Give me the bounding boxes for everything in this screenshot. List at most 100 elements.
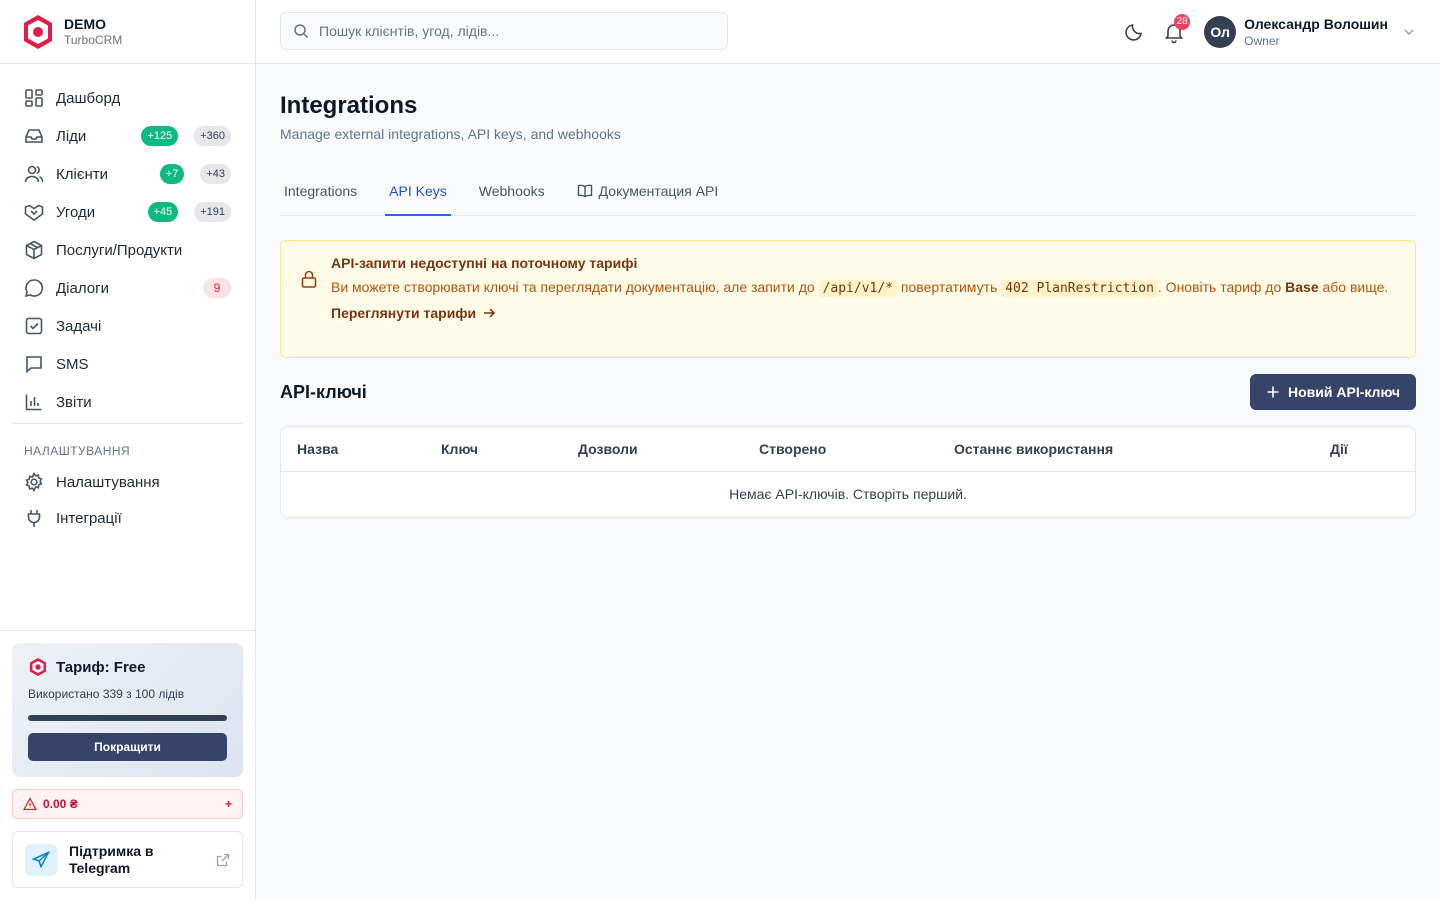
- tab-webhooks[interactable]: Webhooks: [475, 168, 549, 216]
- page-subtitle: Manage external integrations, API keys, …: [280, 126, 621, 142]
- checkbox-icon: [25, 317, 43, 335]
- alert-text: Ви можете створювати ключі та переглядат…: [331, 279, 819, 295]
- dashboard-icon: [25, 89, 43, 107]
- nav-item-leads[interactable]: Ліди +125 +360: [12, 117, 243, 155]
- nav-item-label: Інтеграції: [56, 509, 122, 527]
- settings-section-title: НАЛАШТУВАННЯ: [24, 444, 131, 458]
- view-plans-link[interactable]: Переглянути тарифи: [331, 305, 1388, 321]
- nav-item-integrations[interactable]: Інтеграції: [12, 500, 243, 536]
- column-header-permissions[interactable]: Дозволи: [578, 441, 638, 457]
- total-count-badge: +191: [194, 202, 231, 222]
- plan-logo-icon: [30, 658, 46, 676]
- nav-item-label: Угоди: [56, 203, 96, 221]
- total-count-badge: +360: [194, 126, 231, 146]
- plan-progress-fill: [28, 715, 227, 721]
- balance-topup-button[interactable]: +: [225, 797, 232, 811]
- nav-item-label: Ліди: [56, 127, 87, 145]
- column-header-actions: Дії: [1330, 441, 1348, 457]
- telegram-support-link[interactable]: Підтримка в Telegram: [12, 831, 243, 888]
- settings-nav: Налаштування Інтеграції: [0, 464, 255, 536]
- nav-item-dashboard[interactable]: Дашборд: [12, 79, 243, 117]
- plan-usage: Використано 339 з 100 лідів: [28, 687, 185, 701]
- nav-item-deals[interactable]: Угоди +45 +191: [12, 193, 243, 231]
- nav-item-label: Клієнти: [56, 165, 109, 183]
- logo-icon: [24, 14, 52, 49]
- telegram-icon: [25, 843, 57, 876]
- api-keys-header: API-ключі Новий API-ключ: [280, 374, 1416, 410]
- nav-item-label: Звіти: [56, 393, 92, 411]
- lock-icon: [301, 270, 317, 288]
- new-api-key-label: Новий API-ключ: [1288, 384, 1400, 400]
- new-api-key-button[interactable]: Новий API-ключ: [1250, 374, 1416, 410]
- column-header-key[interactable]: Ключ: [441, 441, 478, 457]
- upgrade-button[interactable]: Покращити: [28, 733, 227, 761]
- chevron-down-icon: [1404, 29, 1414, 36]
- main-content: Integrations Manage external integration…: [280, 64, 1416, 518]
- plan-card: Тариф: Free Використано 339 з 100 лідів …: [12, 643, 243, 777]
- search-icon: [294, 24, 309, 39]
- avatar: Ол: [1204, 16, 1237, 48]
- nav-item-label: Послуги/Продукти: [56, 241, 183, 259]
- section-title: API-ключі: [280, 381, 367, 402]
- main-nav: Дашборд Ліди +125 +360 Клієнти +7 +43 Уг…: [0, 64, 255, 421]
- external-link-icon: [216, 853, 230, 866]
- plan-title-row: Тариф: Free: [28, 657, 227, 677]
- unread-count-badge: 9: [203, 278, 231, 298]
- new-count-badge: +125: [141, 126, 179, 146]
- tab-integrations[interactable]: Integrations: [280, 168, 361, 216]
- new-count-badge: +7: [159, 164, 185, 184]
- view-plans-label: Переглянути тарифи: [331, 305, 477, 321]
- message-icon: [26, 356, 42, 374]
- nav-item-label: Налаштування: [56, 473, 160, 491]
- package-icon: [25, 240, 43, 260]
- nav-item-products[interactable]: Послуги/Продукти: [12, 231, 243, 269]
- alert-title: API-запити недоступні на поточному тариф…: [331, 255, 638, 271]
- alert-text: . Оновіть тариф до: [1157, 279, 1286, 295]
- tabs: Integrations API Keys Webhooks Документа…: [280, 168, 1416, 216]
- nav-item-label: SMS: [56, 355, 89, 373]
- total-count-badge: +43: [200, 164, 231, 184]
- plan-title: Тариф: Free: [56, 658, 146, 676]
- moon-icon[interactable]: [1124, 22, 1144, 42]
- topbar: Пошук клієнтів, угод, лідів... 28 Ол Оле…: [256, 0, 1440, 64]
- user-name: Олександр Волошин: [1244, 16, 1388, 32]
- column-header-name[interactable]: Назва: [297, 441, 338, 457]
- brand-name: DEMO: [64, 15, 106, 32]
- tab-api-docs[interactable]: Документация API: [573, 168, 723, 216]
- user-role: Owner: [1244, 34, 1280, 48]
- balance-amount: 0.00 ₴: [43, 797, 78, 811]
- alert-text: або вище.: [1318, 279, 1389, 295]
- gear-icon: [25, 472, 43, 492]
- brand[interactable]: DEMO TurboCRM: [0, 0, 255, 64]
- nav-item-dialogs[interactable]: Діалоги 9: [12, 269, 243, 307]
- column-header-last-used[interactable]: Останнє використання: [954, 441, 1113, 457]
- table-header: Назва Ключ Дозволи Створено Останнє вико…: [281, 427, 1415, 472]
- search-input[interactable]: Пошук клієнтів, угод, лідів...: [280, 12, 728, 50]
- empty-state: Немає API-ключів. Створіть перший.: [729, 486, 967, 502]
- nav-item-sms[interactable]: SMS: [12, 345, 243, 383]
- nav-item-label: Діалоги: [56, 279, 109, 297]
- notifications-button[interactable]: 28: [1162, 14, 1191, 44]
- chat-icon: [24, 279, 44, 298]
- brand-sub: TurboCRM: [64, 32, 123, 47]
- tab-api-keys[interactable]: API Keys: [385, 168, 451, 216]
- balance-widget[interactable]: 0.00 ₴ +: [12, 789, 243, 819]
- sidebar: DEMO TurboCRM Дашборд Ліди +125 +360 Клі…: [0, 0, 256, 900]
- plus-icon: [1267, 386, 1279, 398]
- nav-item-label: Дашборд: [56, 89, 121, 107]
- plug-icon: [27, 510, 41, 527]
- alert-text: повертатимуть: [897, 279, 1002, 295]
- nav-item-label: Задачі: [56, 317, 102, 335]
- column-header-created[interactable]: Створено: [759, 441, 826, 457]
- nav-item-reports[interactable]: Звіти: [12, 383, 243, 421]
- nav-item-settings[interactable]: Налаштування: [12, 464, 243, 500]
- handshake-icon: [24, 204, 44, 221]
- notification-count-badge: 28: [1174, 14, 1191, 30]
- alert-body: Ви можете створювати ключі та переглядат…: [331, 277, 1388, 299]
- user-menu[interactable]: Ол Олександр Волошин Owner: [1204, 15, 1416, 49]
- nav-item-clients[interactable]: Клієнти +7 +43: [12, 155, 243, 193]
- alert-plan-name: Base: [1285, 279, 1319, 295]
- search-placeholder: Пошук клієнтів, угод, лідів...: [319, 23, 500, 39]
- new-count-badge: +45: [147, 202, 179, 222]
- nav-item-tasks[interactable]: Задачі: [12, 307, 243, 345]
